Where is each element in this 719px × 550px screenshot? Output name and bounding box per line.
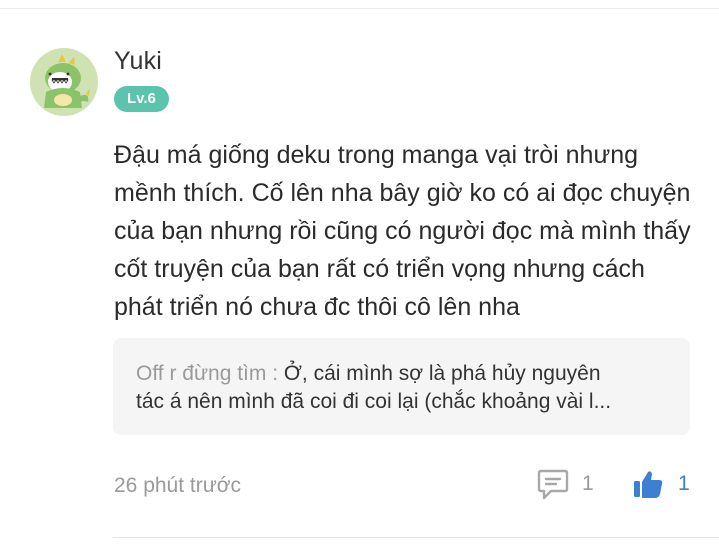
thumbs-up-icon: [634, 471, 663, 498]
reply-button[interactable]: 1: [536, 466, 594, 502]
comment-text: Đậu má giống deku trong manga vại tròi n…: [114, 141, 691, 321]
dinosaur-avatar-icon: [30, 48, 98, 116]
reply-text-start: Ở, cái mình sợ là phá hủy nguyên: [278, 362, 601, 385]
bottom-divider: [113, 537, 719, 538]
reply-preview-line-1: Off r đừng tìm : Ở, cái mình sợ là phá h…: [136, 360, 668, 388]
reply-count: 1: [582, 472, 594, 495]
speech-bubble-icon: [537, 469, 569, 500]
avatar[interactable]: [30, 48, 98, 116]
timestamp: 26 phút trước: [114, 474, 242, 497]
top-divider: [0, 8, 719, 9]
like-button[interactable]: 1: [632, 466, 690, 502]
like-count: 1: [678, 472, 690, 495]
reply-preview-line-2: tác á nên mình đã coi đi coi lại (chắc k…: [136, 390, 612, 413]
username[interactable]: Yuki: [114, 47, 162, 76]
reply-author: Off r đừng tìm :: [136, 362, 279, 385]
level-badge: Lv.6: [114, 86, 169, 112]
reply-preview[interactable]: Off r đừng tìm : Ở, cái mình sợ là phá h…: [113, 338, 690, 435]
